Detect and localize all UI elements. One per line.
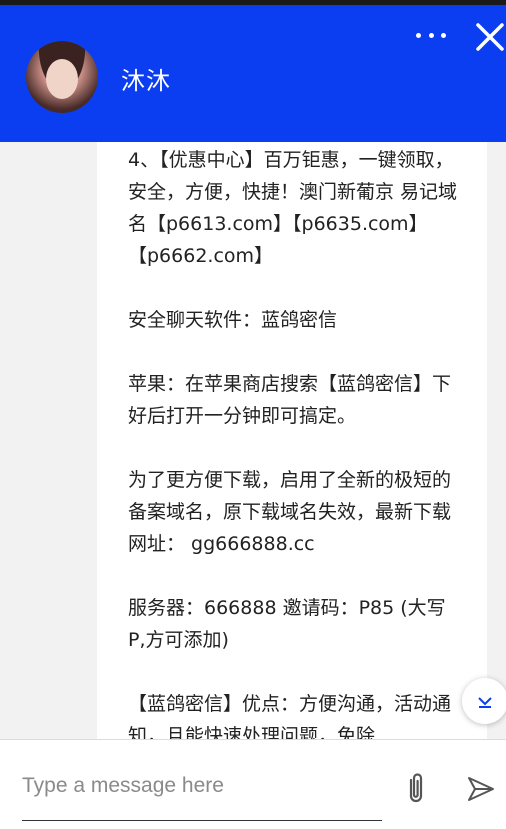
message-line: 4、【优惠中心】百万钜惠，一键领取，安全，方便，快捷！澳门新葡京 易记域名【p6… xyxy=(128,149,458,267)
message-line: 为了更方便下载，启用了全新的极短的备案域名，原下载域名失效，最新下载网址： gg… xyxy=(128,469,452,555)
chat-header: 沐沐 xyxy=(0,5,506,142)
input-underline xyxy=(22,820,382,821)
chevron-down-icon xyxy=(478,697,492,708)
contact-name: 沐沐 xyxy=(121,67,171,95)
message-line: 苹果：在苹果商店搜索【蓝鸽密信】下好后打开一分钟即可搞定。 xyxy=(128,373,452,427)
message-line: 安全聊天软件：蓝鸽密信 xyxy=(128,309,338,331)
message-composer xyxy=(0,739,506,829)
avatar[interactable] xyxy=(26,41,98,113)
message-text: 4、【优惠中心】百万钜惠，一键领取，安全，方便，快捷！澳门新葡京 易记域名【p6… xyxy=(128,144,458,752)
paperclip-icon[interactable] xyxy=(403,770,429,806)
scroll-down-button[interactable] xyxy=(462,678,506,724)
send-icon[interactable] xyxy=(466,774,496,804)
message-input[interactable] xyxy=(22,766,382,806)
close-icon[interactable] xyxy=(474,21,506,53)
more-dots-icon[interactable] xyxy=(416,27,446,43)
message-line: 服务器：666888 邀请码：P85 (大写P,方可添加) xyxy=(128,597,446,651)
